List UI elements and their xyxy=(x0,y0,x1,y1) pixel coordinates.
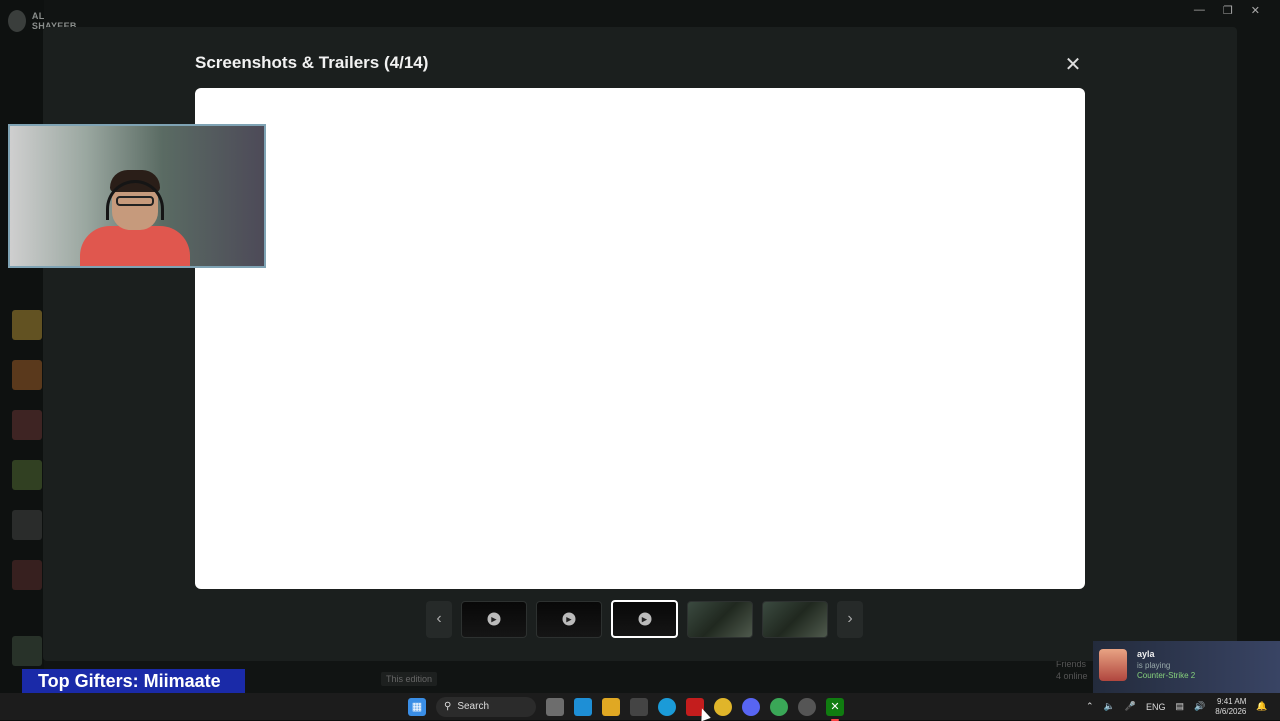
game-tile xyxy=(12,360,42,390)
game-tile xyxy=(12,460,42,490)
system-tray: ⌃ 🔈 🎤 ENG ▤ 🔊 9:41 AM 8/6/2026 🔔 xyxy=(1086,693,1268,720)
discord-icon[interactable] xyxy=(742,697,760,716)
game-tile xyxy=(12,310,42,340)
thumbnail-trailer-selected[interactable]: ▶ xyxy=(611,600,678,638)
window-close-icon[interactable]: ✕ xyxy=(1251,4,1260,17)
webcam-overlay xyxy=(8,124,266,268)
play-icon: ▶ xyxy=(638,612,651,626)
friends-online-count: 4 online xyxy=(1056,671,1088,681)
date: 8/6/2026 xyxy=(1215,706,1247,716)
taskbar: ▦ ⚲ Search ✕ ⌃ 🔈 🎤 ENG ▤ 🔊 9:41 AM 8/6/2… xyxy=(0,693,1280,721)
thumbnail-trailer[interactable]: ▶ xyxy=(536,600,602,638)
notifications-icon[interactable]: 🔔 xyxy=(1256,701,1267,712)
streamer-figure xyxy=(80,170,190,266)
play-icon: ▶ xyxy=(487,612,501,626)
game-tile xyxy=(12,560,42,590)
game-tile xyxy=(12,510,42,540)
avatar xyxy=(1099,649,1127,681)
chrome-profile-icon[interactable] xyxy=(770,697,788,716)
friend-game: Counter-Strike 2 xyxy=(1137,671,1196,680)
clock[interactable]: 9:41 AM 8/6/2026 xyxy=(1215,697,1246,717)
friend-status: is playing xyxy=(1137,661,1171,670)
speaker-icon[interactable]: 🔈 xyxy=(1104,701,1115,712)
avatar xyxy=(8,10,26,32)
app-sidebar: AL SHAYEEB xyxy=(0,0,76,693)
thumbnail-strip: ‹ ▶ ▶ ▶ › xyxy=(426,600,863,638)
store-icon[interactable] xyxy=(630,697,648,716)
close-icon[interactable]: ✕ xyxy=(1062,53,1084,76)
chevron-right-icon[interactable]: › xyxy=(837,600,863,638)
chrome-icon[interactable] xyxy=(714,697,732,716)
thumbnail-screenshot[interactable] xyxy=(762,600,828,638)
task-view-icon[interactable] xyxy=(546,697,564,716)
game-tile xyxy=(12,410,42,440)
friend-activity-toast[interactable]: ayla is playing Counter-Strike 2 xyxy=(1093,641,1280,693)
steam-icon[interactable] xyxy=(798,697,816,716)
modal-title: Screenshots & Trailers (4/14) xyxy=(195,53,429,72)
time: 9:41 AM xyxy=(1217,696,1247,706)
taskbar-apps: ▦ ⚲ Search ✕ xyxy=(408,693,844,721)
windows-start-icon[interactable]: ▦ xyxy=(408,697,426,716)
play-icon: ▶ xyxy=(562,612,576,626)
edge-icon[interactable] xyxy=(658,697,676,716)
search-icon: ⚲ xyxy=(444,701,452,712)
edition-tag: This edition xyxy=(381,672,438,686)
top-gifters-banner: Top Gifters: Miimaate xyxy=(22,669,245,693)
friend-name: ayla xyxy=(1137,649,1155,659)
friends-summary: Friends 4 online xyxy=(1056,658,1088,682)
microphone-icon[interactable]: 🎤 xyxy=(1125,701,1136,712)
search-label: Search xyxy=(457,701,490,712)
xbox-icon[interactable]: ✕ xyxy=(826,697,844,721)
volume-icon[interactable]: 🔊 xyxy=(1194,701,1205,712)
chevron-left-icon[interactable]: ‹ xyxy=(426,600,452,638)
widgets-icon[interactable] xyxy=(574,697,592,716)
media-viewer[interactable] xyxy=(195,88,1085,589)
chevron-up-icon[interactable]: ⌃ xyxy=(1086,701,1094,712)
media-viewer-modal: Screenshots & Trailers (4/14) ✕ ‹ ▶ ▶ ▶ … xyxy=(43,27,1237,661)
network-icon[interactable]: ▤ xyxy=(1176,701,1185,712)
thumbnail-trailer[interactable]: ▶ xyxy=(461,600,527,638)
minimize-icon[interactable]: — xyxy=(1194,4,1205,17)
file-explorer-icon[interactable] xyxy=(602,697,620,716)
thumbnail-screenshot[interactable] xyxy=(687,600,753,638)
game-tile xyxy=(12,636,42,666)
maximize-icon[interactable]: ❐ xyxy=(1223,4,1233,17)
language-indicator[interactable]: ENG xyxy=(1146,702,1166,712)
window-controls: — ❐ ✕ xyxy=(1194,4,1260,17)
search-input[interactable]: ⚲ Search xyxy=(436,696,536,717)
